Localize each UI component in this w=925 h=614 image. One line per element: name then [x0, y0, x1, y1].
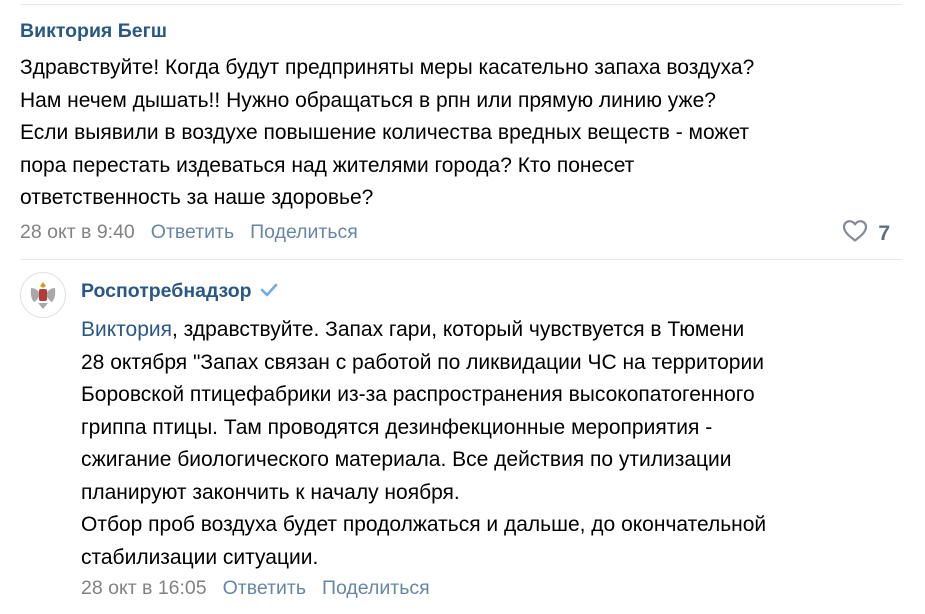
reply-meta: 28 окт в 16:05 Ответить Поделиться [81, 575, 430, 601]
reply-date[interactable]: 28 окт в 16:05 [81, 575, 207, 601]
reply-author[interactable]: Роспотребнадзор [81, 278, 252, 304]
top-divider [20, 4, 902, 5]
comment-divider [20, 259, 902, 260]
reply-share-button[interactable]: Поделиться [322, 575, 430, 601]
heart-icon [842, 219, 868, 248]
like-button[interactable]: 7 [842, 219, 890, 248]
reply: Роспотребнадзор Виктория, здравствуйте. … [81, 278, 901, 574]
reply-text: Виктория, здравствуйте. Запах гари, кото… [81, 314, 901, 574]
likes-count: 7 [878, 221, 890, 245]
reply-body: , здравствуйте. Запах гари, который чувс… [81, 318, 767, 569]
emblem-icon [22, 274, 64, 316]
comment-text: Здравствуйте! Когда будут предприняты ме… [20, 56, 755, 209]
reply-reply-button[interactable]: Ответить [223, 575, 306, 601]
mention-link[interactable]: Виктория [81, 318, 172, 341]
comment-meta: 28 окт в 9:40 Ответить Поделиться [20, 219, 358, 245]
comment-author[interactable]: Виктория Бегш [20, 18, 900, 44]
checkmark-icon [260, 278, 278, 304]
avatar[interactable] [20, 272, 66, 318]
share-button[interactable]: Поделиться [250, 219, 358, 245]
reply-button[interactable]: Ответить [151, 219, 234, 245]
comment-date[interactable]: 28 окт в 9:40 [20, 219, 135, 245]
comment: Виктория Бегш Здравствуйте! Когда будут … [20, 18, 900, 215]
